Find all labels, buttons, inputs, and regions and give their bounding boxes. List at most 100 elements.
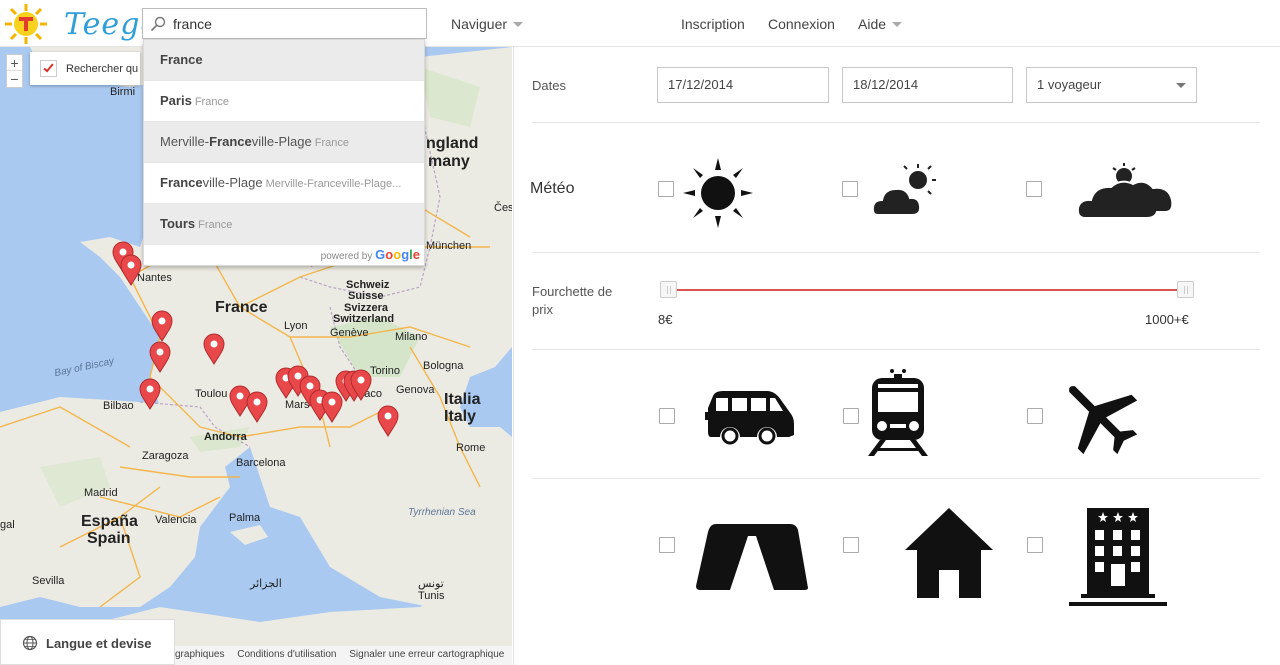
checkmark-icon (43, 61, 54, 73)
plane-icon (1069, 386, 1138, 455)
weather-sunny-checkbox[interactable] (658, 181, 674, 197)
nav-signup[interactable]: Inscription (681, 16, 745, 32)
search-here-label: Rechercher qu (66, 63, 139, 75)
transport-plane-checkbox[interactable] (1027, 408, 1043, 424)
suggestion-item[interactable]: Tours France (144, 204, 424, 245)
nav-help-label: Aide (858, 16, 887, 32)
suggestion-item[interactable]: Merville-Franceville-Plage France (144, 122, 424, 163)
map-label: Palma (229, 512, 261, 524)
house-icon (905, 508, 993, 598)
map-label: gal (0, 519, 15, 531)
map-label: Bilbao (103, 400, 134, 412)
weather-cloudy-checkbox[interactable] (1026, 181, 1042, 197)
date-from-input[interactable]: 17/12/2014 (657, 67, 829, 103)
map-pin-icon[interactable] (246, 391, 268, 423)
suggestion-item[interactable]: France (144, 40, 424, 81)
lodging-hotel-checkbox[interactable] (1027, 537, 1043, 553)
search-here-checkbox[interactable] (40, 60, 57, 77)
price-label-line1: Fourchette de (532, 284, 613, 299)
map-label: Genova (396, 384, 435, 396)
zoom-in-button[interactable]: + (7, 55, 22, 71)
map-label: Česk (494, 202, 512, 214)
chevron-down-icon (1176, 83, 1186, 88)
price-label-line2: prix (532, 302, 553, 317)
travelers-value: 1 voyageur (1037, 77, 1102, 92)
terms-link[interactable]: Conditions d'utilisation (237, 649, 336, 660)
map-label: Birmi (110, 86, 136, 98)
cloudy-icon (1077, 163, 1174, 219)
nav-login[interactable]: Connexion (768, 16, 835, 32)
map-pin-icon[interactable] (377, 405, 399, 437)
map-label: Valencia (155, 514, 197, 526)
dates-label: Dates (532, 78, 566, 93)
map-pin-icon[interactable] (350, 369, 372, 401)
report-error-link[interactable]: Signaler une erreur cartographique (349, 649, 504, 660)
map-label: Switzerland (333, 313, 395, 325)
map-label: Zaragoza (142, 450, 189, 462)
teego-logo[interactable]: Teego (4, 3, 158, 45)
search-icon (150, 16, 166, 32)
globe-icon (22, 635, 38, 651)
map-label: Spain (87, 530, 131, 547)
nav-browse[interactable]: Naviguer (451, 16, 524, 32)
language-currency-button[interactable]: Langue et devise (0, 619, 175, 665)
partly-cloudy-icon (872, 164, 936, 216)
travelers-select[interactable]: 1 voyageur (1026, 67, 1197, 103)
transport-train-checkbox[interactable] (843, 408, 859, 424)
weather-label: Météo (530, 180, 575, 197)
map-footer: graphiques Conditions d'utilisation Sign… (175, 646, 512, 665)
map-label: Toulou (195, 388, 228, 400)
map-label: many (428, 153, 470, 170)
divider (532, 349, 1260, 350)
map-label: München (426, 240, 472, 252)
sun-logo-icon (5, 4, 47, 44)
map-pin-icon[interactable] (149, 341, 171, 373)
map-label: Tunis (418, 590, 445, 602)
zoom-out-button[interactable]: − (7, 71, 22, 87)
powered-by-google: powered by Google (320, 247, 420, 262)
lodging-house-checkbox[interactable] (843, 537, 859, 553)
transport-van-checkbox[interactable] (659, 408, 675, 424)
nav-help[interactable]: Aide (858, 16, 903, 32)
map-pin-icon[interactable] (139, 378, 161, 410)
map-pin-icon[interactable] (120, 254, 142, 286)
map-label: Rome (456, 442, 486, 454)
price-slider-track[interactable] (668, 289, 1186, 291)
search-suggestions: France Paris France Merville-Franceville-… (143, 39, 425, 266)
price-slider-max-handle[interactable] (1177, 281, 1194, 298)
map-data-link[interactable]: graphiques (175, 649, 224, 660)
map-label: Milano (395, 331, 428, 343)
language-currency-label: Langue et devise (46, 636, 152, 651)
divider (532, 122, 1260, 123)
tent-icon (696, 524, 808, 590)
chevron-down-icon (513, 22, 524, 27)
map-label: Lyon (284, 320, 308, 332)
map-label: Barcelona (236, 457, 286, 469)
suggestion-item[interactable]: Paris France (144, 81, 424, 122)
map-label: Italia (444, 391, 481, 408)
search-input[interactable] (173, 14, 418, 34)
map-pin-icon[interactable] (151, 310, 173, 342)
divider (532, 252, 1260, 253)
map-label: Nantes (137, 272, 172, 284)
search-box[interactable] (142, 8, 427, 39)
map-label: France (215, 299, 268, 316)
suggestion-item[interactable]: Franceville-Plage Merville-Franceville-Pl… (144, 163, 424, 204)
chevron-down-icon (892, 22, 903, 27)
van-icon (705, 391, 794, 445)
map-label: ngland (426, 135, 479, 152)
map-label: Suisse (348, 290, 384, 302)
lodging-tent-checkbox[interactable] (659, 537, 675, 553)
map-label: تونس (418, 578, 444, 590)
price-slider-min-handle[interactable] (660, 281, 677, 298)
weather-partly-cloudy-checkbox[interactable] (842, 181, 858, 197)
price-max-value: 1000+€ (1145, 312, 1189, 327)
nav-browse-label: Naviguer (451, 16, 508, 32)
map-label: Sevilla (32, 575, 65, 587)
search-when-moving-control[interactable]: Rechercher qu (30, 52, 140, 85)
date-to-input[interactable]: 18/12/2014 (842, 67, 1013, 103)
train-icon (868, 369, 928, 456)
divider (532, 478, 1260, 479)
map-zoom-control: + − (6, 54, 23, 88)
map-pin-icon[interactable] (203, 333, 225, 365)
